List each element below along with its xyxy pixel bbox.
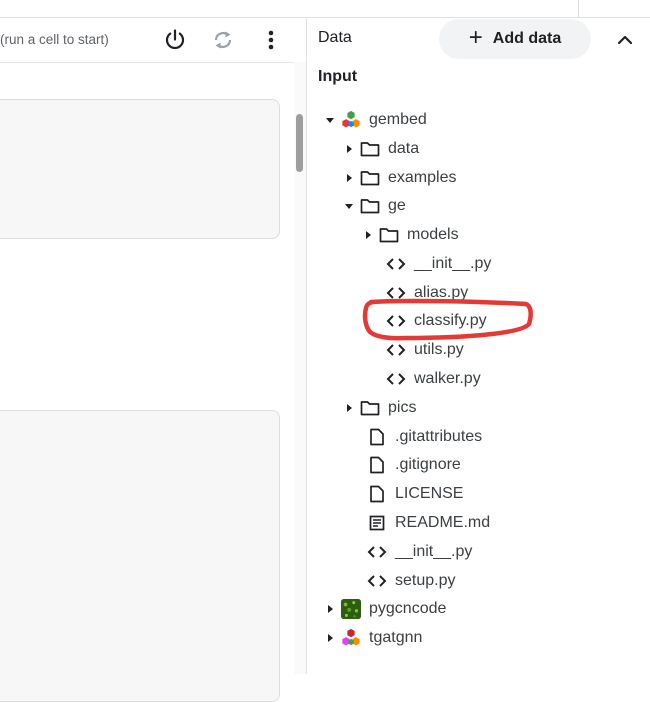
collapse-panel-button[interactable]: [610, 26, 640, 54]
highlight-annotation: [362, 298, 533, 341]
scrollbar-thumb[interactable]: [296, 114, 303, 172]
tree-item-file[interactable]: setup.py: [365, 567, 455, 595]
panel-title: Data: [318, 29, 352, 46]
tree-item-label: pics: [388, 399, 417, 416]
tree-item-ge[interactable]: ge: [340, 192, 406, 220]
tree-item-label: data: [388, 140, 420, 157]
data-panel: Data + Add data Input gembed data exampl…: [307, 18, 650, 674]
session-status-text: (run a cell to start): [0, 32, 109, 47]
sync-icon: [214, 31, 232, 49]
chevron-up-icon: [617, 35, 633, 45]
divider: [578, 0, 579, 17]
document-icon: [367, 513, 387, 533]
tree-item-file[interactable]: walker.py: [384, 365, 481, 393]
tree-item-file[interactable]: .gitignore: [365, 451, 461, 479]
code-icon: [386, 254, 406, 274]
notebook-toolbar: (run a cell to start): [0, 18, 306, 63]
code-icon: [386, 369, 406, 389]
tree-item-label: models: [407, 226, 459, 243]
caret-right-icon[interactable]: [340, 140, 358, 158]
dataset-thumbnail-icon: [341, 110, 361, 130]
folder-icon: [360, 139, 380, 159]
dataset-thumbnail-icon: [341, 599, 361, 619]
file-icon: [367, 455, 387, 475]
tree-item-label: __init__.py: [395, 543, 473, 560]
folder-icon: [379, 225, 399, 245]
caret-right-icon[interactable]: [340, 399, 358, 417]
caret-down-icon[interactable]: [321, 111, 339, 129]
file-icon: [367, 427, 387, 447]
code-cell[interactable]: [0, 410, 280, 702]
plus-icon: +: [468, 24, 483, 51]
more-options-button[interactable]: [255, 24, 287, 56]
tree-item-label: walker.py: [414, 370, 481, 387]
top-strip: [0, 0, 650, 18]
tree-item-label: pygcncode: [369, 600, 447, 617]
tree-item-file[interactable]: LICENSE: [365, 480, 463, 508]
tree-item-examples[interactable]: examples: [340, 164, 456, 192]
tree-item-file[interactable]: __init__.py: [384, 250, 491, 278]
caret-right-icon[interactable]: [340, 169, 358, 187]
folder-icon: [360, 398, 380, 418]
folder-icon: [360, 196, 380, 216]
dataset-thumbnail-icon: [341, 628, 361, 648]
notebook-panel: (run a cell to start): [0, 18, 307, 702]
code-icon: [367, 542, 387, 562]
code-icon: [367, 571, 387, 591]
tree-item-pygcncode[interactable]: pygcncode: [321, 595, 446, 623]
caret-down-icon[interactable]: [340, 197, 358, 215]
tree-item-label: tgatgnn: [369, 629, 423, 646]
tree-item-file[interactable]: README.md: [365, 509, 490, 537]
power-icon: [165, 29, 185, 50]
tree-item-label: gembed: [369, 111, 427, 128]
caret-right-icon[interactable]: [321, 629, 339, 647]
code-cell[interactable]: [0, 99, 280, 239]
tree-item-label: setup.py: [395, 572, 456, 589]
restart-button[interactable]: [207, 24, 239, 56]
tree-item-label: LICENSE: [395, 485, 464, 502]
tree-item-models[interactable]: models: [359, 221, 459, 249]
tree-item-data[interactable]: data: [340, 135, 419, 163]
caret-right-icon[interactable]: [359, 226, 377, 244]
tree-item-label: examples: [388, 169, 457, 186]
tree-item-label: __init__.py: [414, 255, 492, 272]
tree-item-pics[interactable]: pics: [340, 394, 416, 422]
tree-item-file[interactable]: __init__.py: [365, 538, 472, 566]
folder-icon: [360, 168, 380, 188]
more-vert-icon: [268, 30, 274, 50]
add-data-button[interactable]: + Add data: [439, 19, 591, 59]
add-data-label: Add data: [492, 30, 562, 47]
tree-item-file[interactable]: .gitattributes: [365, 423, 482, 451]
section-heading-input: Input: [318, 68, 358, 85]
tree-item-label: .gitattributes: [395, 428, 483, 445]
tree-item-label: ge: [388, 197, 406, 214]
tree-item-label: .gitignore: [395, 456, 461, 473]
power-button[interactable]: [159, 24, 191, 56]
tree-item-gembed[interactable]: gembed: [321, 106, 427, 134]
file-icon: [367, 484, 387, 504]
tree-item-label: README.md: [395, 514, 491, 531]
tree-item-tgatgnn[interactable]: tgatgnn: [321, 624, 422, 652]
caret-right-icon[interactable]: [321, 600, 339, 618]
